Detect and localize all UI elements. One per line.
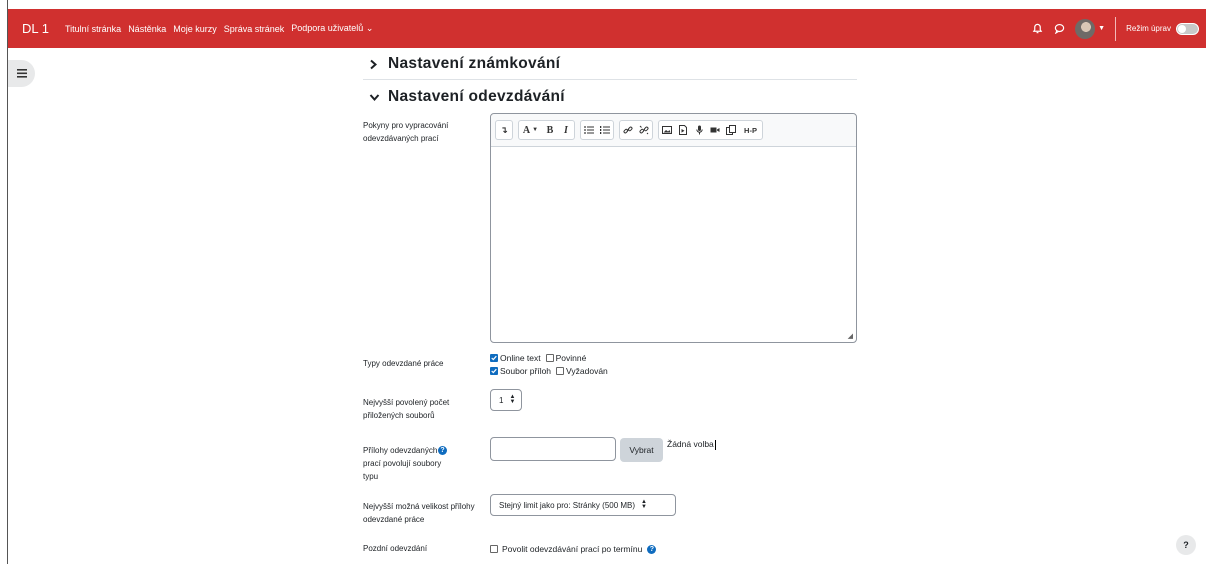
chat-icon[interactable]	[1051, 21, 1067, 37]
select-arrows-icon: ▲ ▼	[641, 499, 647, 510]
edit-mode-label: Režim úprav	[1126, 24, 1171, 33]
max-size-label: Nejvyšší možná velikost přílohy odevzdan…	[363, 502, 475, 524]
nav-dashboard[interactable]: Nástěnka	[128, 24, 166, 34]
instructions-label: Pokyny pro vypracování odevzdávaných pra…	[363, 121, 449, 143]
file-submission-checkbox[interactable]	[490, 367, 498, 375]
nav-user-support[interactable]: Podpora uživatelů ⌄	[291, 23, 373, 34]
video-icon[interactable]	[707, 121, 723, 139]
chevron-right-icon	[369, 59, 383, 70]
file-submission-required-option[interactable]: Vyžadován	[556, 366, 608, 376]
ordered-list-icon[interactable]	[597, 121, 613, 139]
nav-my-courses[interactable]: Moje kurzy	[173, 24, 217, 34]
unordered-list-icon[interactable]	[581, 121, 597, 139]
edit-mode-toggle[interactable]	[1176, 22, 1199, 35]
late-submission-text: Povolit odevzdávání prací po termínu	[502, 544, 643, 554]
section-grading-header[interactable]: Nastavení známkování	[369, 55, 560, 73]
navbar-right-tools: ▼ Režim úprav	[1029, 9, 1206, 48]
bold-button[interactable]: B	[542, 121, 558, 139]
toolbar-group-collapse: ↴	[495, 120, 513, 140]
primary-navigation: Titulní stránka Nástěnka Moje kurzy Sprá…	[65, 23, 380, 34]
image-icon[interactable]	[659, 121, 675, 139]
editor-toolbar: ↴ A ▼ B I H-P	[491, 114, 856, 147]
section-grading-title: Nastavení známkování	[388, 55, 561, 72]
online-text-required-checkbox[interactable]	[545, 354, 554, 362]
late-submission-row: Povolit odevzdávání prací po termínu ?	[490, 544, 657, 554]
select-arrows-icon: ▲ ▼	[509, 394, 516, 405]
nav-site-admin[interactable]: Správa stránek	[224, 24, 285, 34]
accepted-types-label-block: Přílohy odevzdaných prací povolují soubo…	[363, 444, 483, 483]
max-files-label: Nejvyšší povolený počet přiložených soub…	[363, 398, 450, 420]
late-submission-label: Pozdní odevzdání	[363, 544, 428, 553]
link-icon[interactable]	[620, 121, 636, 139]
submission-types-row-2: Soubor příloh Vyžadován	[490, 366, 613, 376]
online-text-checkbox[interactable]	[490, 354, 498, 362]
no-choice-text-wrap: Žádná volba	[667, 439, 716, 450]
paragraph-style-button[interactable]: A ▼	[519, 121, 542, 139]
file-submission-required-checkbox[interactable]	[556, 367, 565, 375]
max-files-value: 1	[499, 395, 504, 405]
microphone-icon[interactable]	[691, 121, 707, 139]
max-size-value: Stejný limit jako pro: Stránky (500 MB)	[499, 500, 636, 510]
toolbar-group-lists	[580, 120, 614, 140]
choose-button[interactable]: Vybrat	[620, 438, 663, 462]
top-navbar: DL 1 Titulní stránka Nástěnka Moje kurzy…	[8, 9, 1206, 48]
help-icon[interactable]: ?	[438, 446, 447, 455]
instructions-editor[interactable]: ↴ A ▼ B I H-P ◢	[490, 113, 857, 343]
file-submission-label: Soubor příloh	[500, 366, 552, 376]
unlink-icon[interactable]	[636, 121, 652, 139]
max-size-select[interactable]: Stejný limit jako pro: Stránky (500 MB) …	[490, 494, 676, 516]
section-submission-title: Nastavení odevzdávání	[388, 88, 565, 105]
h5p-button[interactable]: H-P	[739, 121, 762, 139]
late-submission-checkbox[interactable]	[490, 545, 498, 553]
nav-home[interactable]: Titulní stránka	[65, 24, 121, 34]
submission-types-label: Typy odevzdané práce	[363, 359, 444, 368]
copy-icon[interactable]	[723, 121, 739, 139]
late-submission-option[interactable]: Povolit odevzdávání prací po termínu	[490, 544, 642, 554]
chevron-down-icon[interactable]: ▼	[1098, 25, 1105, 32]
online-text-label: Online text	[500, 353, 541, 363]
course-index-toggle[interactable]	[8, 60, 35, 87]
submission-types-row-1: Online text Povinné	[490, 353, 591, 363]
collapse-toolbar-icon[interactable]: ↴	[496, 121, 512, 139]
site-brand[interactable]: DL 1	[22, 21, 49, 36]
no-choice-text: Žádná volba	[667, 439, 714, 449]
accepted-types-input[interactable]	[490, 437, 616, 461]
avatar[interactable]	[1075, 18, 1096, 39]
italic-button[interactable]: I	[558, 121, 574, 139]
max-files-select[interactable]: 1 ▲ ▼	[490, 389, 522, 411]
toolbar-group-style: A ▼ B I	[518, 120, 575, 140]
online-text-option[interactable]: Online text	[490, 353, 541, 363]
section-divider	[363, 79, 857, 80]
bell-icon[interactable]	[1029, 21, 1045, 37]
chevron-down-icon	[369, 93, 383, 102]
online-text-required-option[interactable]: Povinné	[545, 353, 587, 363]
file-submission-required-label: Vyžadován	[566, 366, 608, 376]
accepted-types-label: Přílohy odevzdaných prací povolují soubo…	[363, 446, 442, 481]
text-cursor	[714, 439, 716, 450]
toolbar-group-media: H-P	[658, 120, 763, 140]
toolbar-group-links	[619, 120, 653, 140]
online-text-required-label: Povinné	[555, 353, 587, 363]
help-icon[interactable]: ?	[647, 544, 657, 554]
navbar-divider	[1115, 16, 1117, 41]
section-submission-header[interactable]: Nastavení odevzdávání	[369, 88, 565, 106]
help-fab-button[interactable]: ?	[1176, 535, 1196, 555]
resize-handle[interactable]: ◢	[848, 332, 853, 340]
media-icon[interactable]	[675, 121, 691, 139]
file-submission-option[interactable]: Soubor příloh	[490, 366, 551, 376]
list-icon	[16, 69, 27, 78]
